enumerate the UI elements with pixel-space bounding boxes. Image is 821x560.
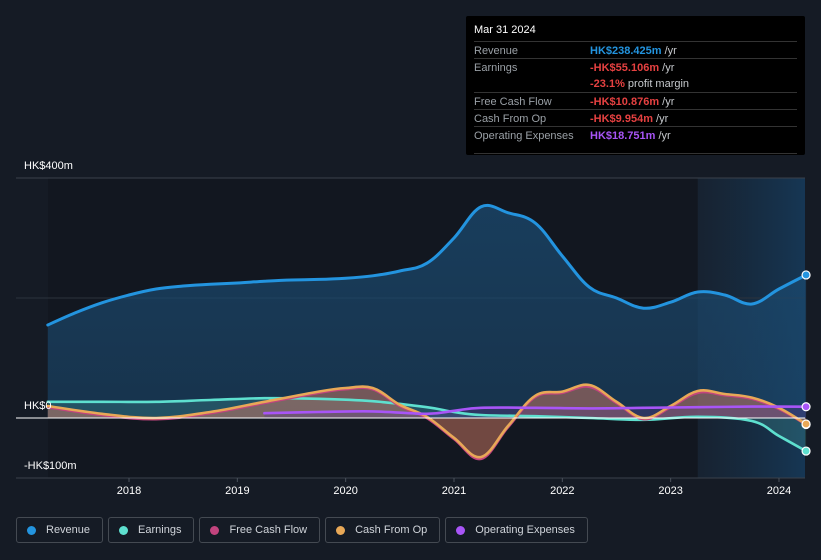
tooltip-value-unit: /yr [661, 45, 677, 57]
tooltip-row-value: HK$18.751m /yr [590, 130, 671, 142]
tooltip-row-label: Free Cash Flow [474, 96, 552, 108]
legend-item-revenue[interactable]: Revenue [16, 517, 104, 543]
y-tick-label: -HK$100m [24, 460, 77, 472]
tooltip-value-number: HK$18.751m [590, 130, 656, 142]
x-tick-label: 2021 [441, 485, 467, 497]
tooltip-row-label: Operating Expenses [474, 130, 574, 142]
operating-expenses-end-marker [801, 402, 811, 412]
tooltip-row-label: Revenue [474, 45, 519, 57]
tooltip-row: Cash From Op -HK$9.954m /yr [474, 109, 797, 127]
legend-dot-icon [336, 525, 346, 535]
legend: Revenue Earnings Free Cash Flow Cash From O… [16, 517, 588, 543]
tooltip-value-unit: /yr [659, 96, 675, 108]
tooltip-row: -23.1% profit margin [474, 75, 797, 92]
legend-item-earnings[interactable]: Earnings [108, 517, 195, 543]
tooltip-value-number: -23.1% [590, 78, 625, 90]
tooltip-date: Mar 31 2024 [474, 24, 536, 36]
legend-dot-icon [119, 525, 129, 535]
y-tick-label: HK$0 [24, 400, 52, 412]
legend-dot-icon [210, 525, 220, 535]
earnings-end-marker [801, 446, 811, 456]
tooltip-row-label: Cash From Op [474, 113, 547, 125]
tooltip-value-unit: /yr [659, 62, 675, 74]
x-tick-label: 2023 [658, 485, 683, 497]
y-tick-label: HK$400m [24, 160, 73, 172]
cash-from-op-end-marker [801, 419, 811, 429]
tooltip-row: Revenue HK$238.425m /yr [474, 41, 797, 59]
tooltip-row-value: -HK$9.954m /yr [590, 113, 668, 125]
tooltip: Mar 31 2024 Revenue HK$238.425m /yr Earnin… [466, 16, 805, 155]
tooltip-value-number: -HK$55.106m [590, 62, 660, 74]
tooltip-value-unit: /yr [652, 113, 669, 125]
tooltip-row-value: HK$238.425m /yr [590, 45, 677, 57]
legend-label: Free Cash Flow [229, 524, 308, 536]
x-tick-label: 2024 [766, 485, 792, 497]
tooltip-row: Operating Expenses HK$18.751m /yr [474, 126, 797, 144]
tooltip-divider [474, 153, 797, 154]
tooltip-row-value: -HK$10.876m /yr [590, 96, 674, 108]
x-tick-label: 2018 [116, 485, 142, 497]
tooltip-row-value: -23.1% profit margin [590, 78, 689, 90]
legend-item-operating-expenses[interactable]: Operating Expenses [445, 517, 588, 543]
tooltip-value-number: -HK$10.876m [590, 96, 660, 108]
legend-item-cash-from-op[interactable]: Cash From Op [325, 517, 441, 543]
legend-dot-icon [456, 525, 466, 535]
legend-label: Earnings [138, 524, 182, 536]
revenue-end-marker [801, 270, 811, 280]
x-tick-label: 2020 [333, 485, 358, 497]
legend-dot-icon [27, 525, 36, 535]
tooltip-value-unit: profit margin [624, 78, 690, 90]
legend-item-free-cash-flow[interactable]: Free Cash Flow [199, 517, 321, 543]
x-tick-label: 2022 [550, 485, 575, 497]
legend-label: Cash From Op [355, 524, 428, 536]
tooltip-value-unit: /yr [655, 130, 671, 142]
tooltip-row-value: -HK$55.106m /yr [590, 62, 674, 74]
tooltip-row: Earnings -HK$55.106m /yr [474, 58, 797, 76]
tooltip-value-number: -HK$9.954m [590, 113, 653, 125]
legend-label: Revenue [46, 524, 91, 536]
tooltip-value-number: HK$238.425m [590, 45, 662, 57]
tooltip-row: Free Cash Flow -HK$10.876m /yr [474, 92, 797, 110]
legend-label: Operating Expenses [475, 524, 575, 536]
x-tick-label: 2019 [225, 485, 250, 497]
tooltip-row-label: Earnings [474, 62, 518, 74]
